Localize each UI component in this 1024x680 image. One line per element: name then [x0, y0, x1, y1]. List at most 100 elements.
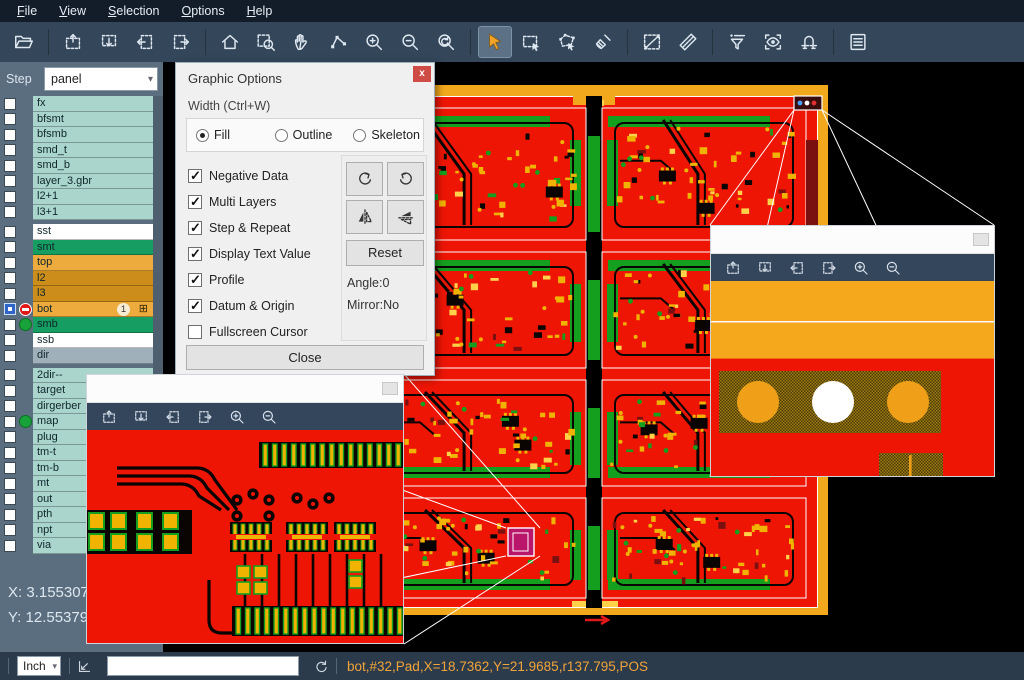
pan-right-icon[interactable]	[165, 27, 197, 57]
layer-name-cell[interactable]: l2+1	[33, 189, 153, 205]
checkbox-row[interactable]: Multi Layers	[188, 189, 311, 215]
layer-visibility-checkbox[interactable]	[4, 226, 16, 238]
checkbox-row[interactable]: Negative Data	[188, 163, 311, 189]
pan-down-icon[interactable]	[93, 27, 125, 57]
snap-corner-icon[interactable]	[76, 658, 93, 675]
menu-file[interactable]: File	[6, 0, 48, 22]
radio-circle-icon[interactable]	[196, 129, 209, 142]
layer-name-cell[interactable]: smd_b	[33, 158, 153, 174]
layer-visibility-checkbox[interactable]	[4, 369, 16, 381]
pan-down-icon[interactable]	[128, 405, 154, 429]
layer-visibility-checkbox[interactable]	[4, 319, 16, 331]
clean-brush-icon[interactable]	[587, 27, 619, 57]
pan-up-icon[interactable]	[720, 256, 746, 280]
mirror-vertical-button[interactable]	[387, 200, 424, 234]
zoom-previous-icon[interactable]	[430, 27, 462, 57]
checkbox-icon[interactable]	[188, 247, 202, 261]
open-file-icon[interactable]	[8, 27, 40, 57]
menu-view[interactable]: View	[48, 0, 97, 22]
layer-visibility-checkbox[interactable]	[4, 462, 16, 474]
zoom-out-icon[interactable]	[394, 27, 426, 57]
layer-visibility-checkbox[interactable]	[4, 540, 16, 552]
radio-circle-icon[interactable]	[353, 129, 366, 142]
layer-name-cell[interactable]: fx	[33, 96, 153, 112]
layer-visibility-checkbox[interactable]	[4, 241, 16, 253]
layer-name-cell[interactable]: bfsmt	[33, 112, 153, 128]
zoom-out-icon[interactable]	[880, 256, 906, 280]
mirror-horizontal-button[interactable]	[346, 200, 383, 234]
zoom-in-icon[interactable]	[848, 256, 874, 280]
pan-left-icon[interactable]	[784, 256, 810, 280]
layer-visibility-checkbox[interactable]	[4, 385, 16, 397]
zoom-in-icon[interactable]	[224, 405, 250, 429]
popup-titlebar-button[interactable]	[973, 233, 989, 246]
refresh-icon[interactable]	[313, 658, 330, 675]
layer-visibility-checkbox[interactable]	[4, 98, 16, 110]
layer-visibility-checkbox[interactable]	[4, 257, 16, 269]
popup-titlebar[interactable]	[87, 375, 403, 403]
edit-nodes-icon[interactable]	[322, 27, 354, 57]
dialog-close-button[interactable]: x	[413, 66, 431, 82]
layer-visibility-checkbox[interactable]	[4, 191, 16, 203]
layer-name-cell[interactable]: dir	[33, 348, 153, 364]
layer-visibility-checkbox[interactable]	[4, 175, 16, 187]
layer-visibility-checkbox[interactable]	[4, 303, 16, 315]
select-cursor-icon[interactable]	[479, 27, 511, 57]
report-list-icon[interactable]	[842, 27, 874, 57]
popup-titlebar-button[interactable]	[382, 382, 398, 395]
layer-visibility-checkbox[interactable]	[4, 113, 16, 125]
zoom-window-icon[interactable]	[250, 27, 282, 57]
layer-name-cell[interactable]: ssb	[33, 333, 153, 349]
rotate-ccw-button[interactable]	[387, 162, 424, 196]
checkbox-row[interactable]: Display Text Value	[188, 241, 311, 267]
checkbox-icon[interactable]	[188, 273, 202, 287]
popup-titlebar[interactable]	[711, 226, 994, 254]
menu-help[interactable]: Help	[236, 0, 284, 22]
layer-visibility-checkbox[interactable]	[4, 478, 16, 490]
radio-skeleton[interactable]: Skeleton	[353, 128, 423, 142]
select-polygon-icon[interactable]	[551, 27, 583, 57]
popup-zoom-view[interactable]	[711, 281, 994, 476]
pan-right-icon[interactable]	[816, 256, 842, 280]
checkbox-row[interactable]: Profile	[188, 267, 311, 293]
layer-visibility-checkbox[interactable]	[4, 493, 16, 505]
checkbox-icon[interactable]	[188, 169, 202, 183]
layer-name-cell[interactable]: l2	[33, 271, 153, 287]
checkbox-row[interactable]: Step & Repeat	[188, 215, 311, 241]
layer-green-indicator-icon[interactable]	[19, 415, 32, 428]
pan-right-icon[interactable]	[192, 405, 218, 429]
layer-name-cell[interactable]: smb	[33, 317, 153, 333]
layer-name-cell[interactable]: smd_t	[33, 143, 153, 159]
checkbox-icon[interactable]	[188, 299, 202, 313]
close-button[interactable]: Close	[186, 345, 424, 370]
home-view-icon[interactable]	[214, 27, 246, 57]
rotate-cw-button[interactable]	[346, 162, 383, 196]
layer-visibility-checkbox[interactable]	[4, 447, 16, 459]
pan-hand-icon[interactable]	[286, 27, 318, 57]
layer-visibility-checkbox[interactable]	[4, 350, 16, 362]
reset-button[interactable]: Reset	[346, 240, 424, 266]
layer-name-cell[interactable]: bot1⊞	[33, 302, 153, 318]
snap-icon[interactable]	[793, 27, 825, 57]
layer-visibility-checkbox[interactable]	[4, 206, 16, 218]
layer-name-cell[interactable]: bfsmb	[33, 127, 153, 143]
layer-name-cell[interactable]: l3	[33, 286, 153, 302]
layer-green-indicator-icon[interactable]	[19, 318, 32, 331]
radio-fill[interactable]: Fill	[196, 128, 266, 142]
layer-visibility-checkbox[interactable]	[4, 400, 16, 412]
layer-red-indicator-icon[interactable]	[19, 303, 32, 316]
layer-visibility-checkbox[interactable]	[4, 272, 16, 284]
pan-up-icon[interactable]	[96, 405, 122, 429]
layer-name-cell[interactable]: top	[33, 255, 153, 271]
pan-down-icon[interactable]	[752, 256, 778, 280]
layer-visibility-checkbox[interactable]	[4, 334, 16, 346]
layer-name-cell[interactable]: smt	[33, 240, 153, 256]
pan-left-icon[interactable]	[160, 405, 186, 429]
menu-options[interactable]: Options	[170, 0, 235, 22]
checkbox-row[interactable]: Fullscreen Cursor	[188, 319, 311, 345]
measure-diagonal-icon[interactable]	[636, 27, 668, 57]
radio-circle-icon[interactable]	[275, 129, 288, 142]
layer-name-cell[interactable]: sst	[33, 224, 153, 240]
layer-visibility-checkbox[interactable]	[4, 160, 16, 172]
unit-select[interactable]: Inch ▾	[17, 656, 61, 676]
